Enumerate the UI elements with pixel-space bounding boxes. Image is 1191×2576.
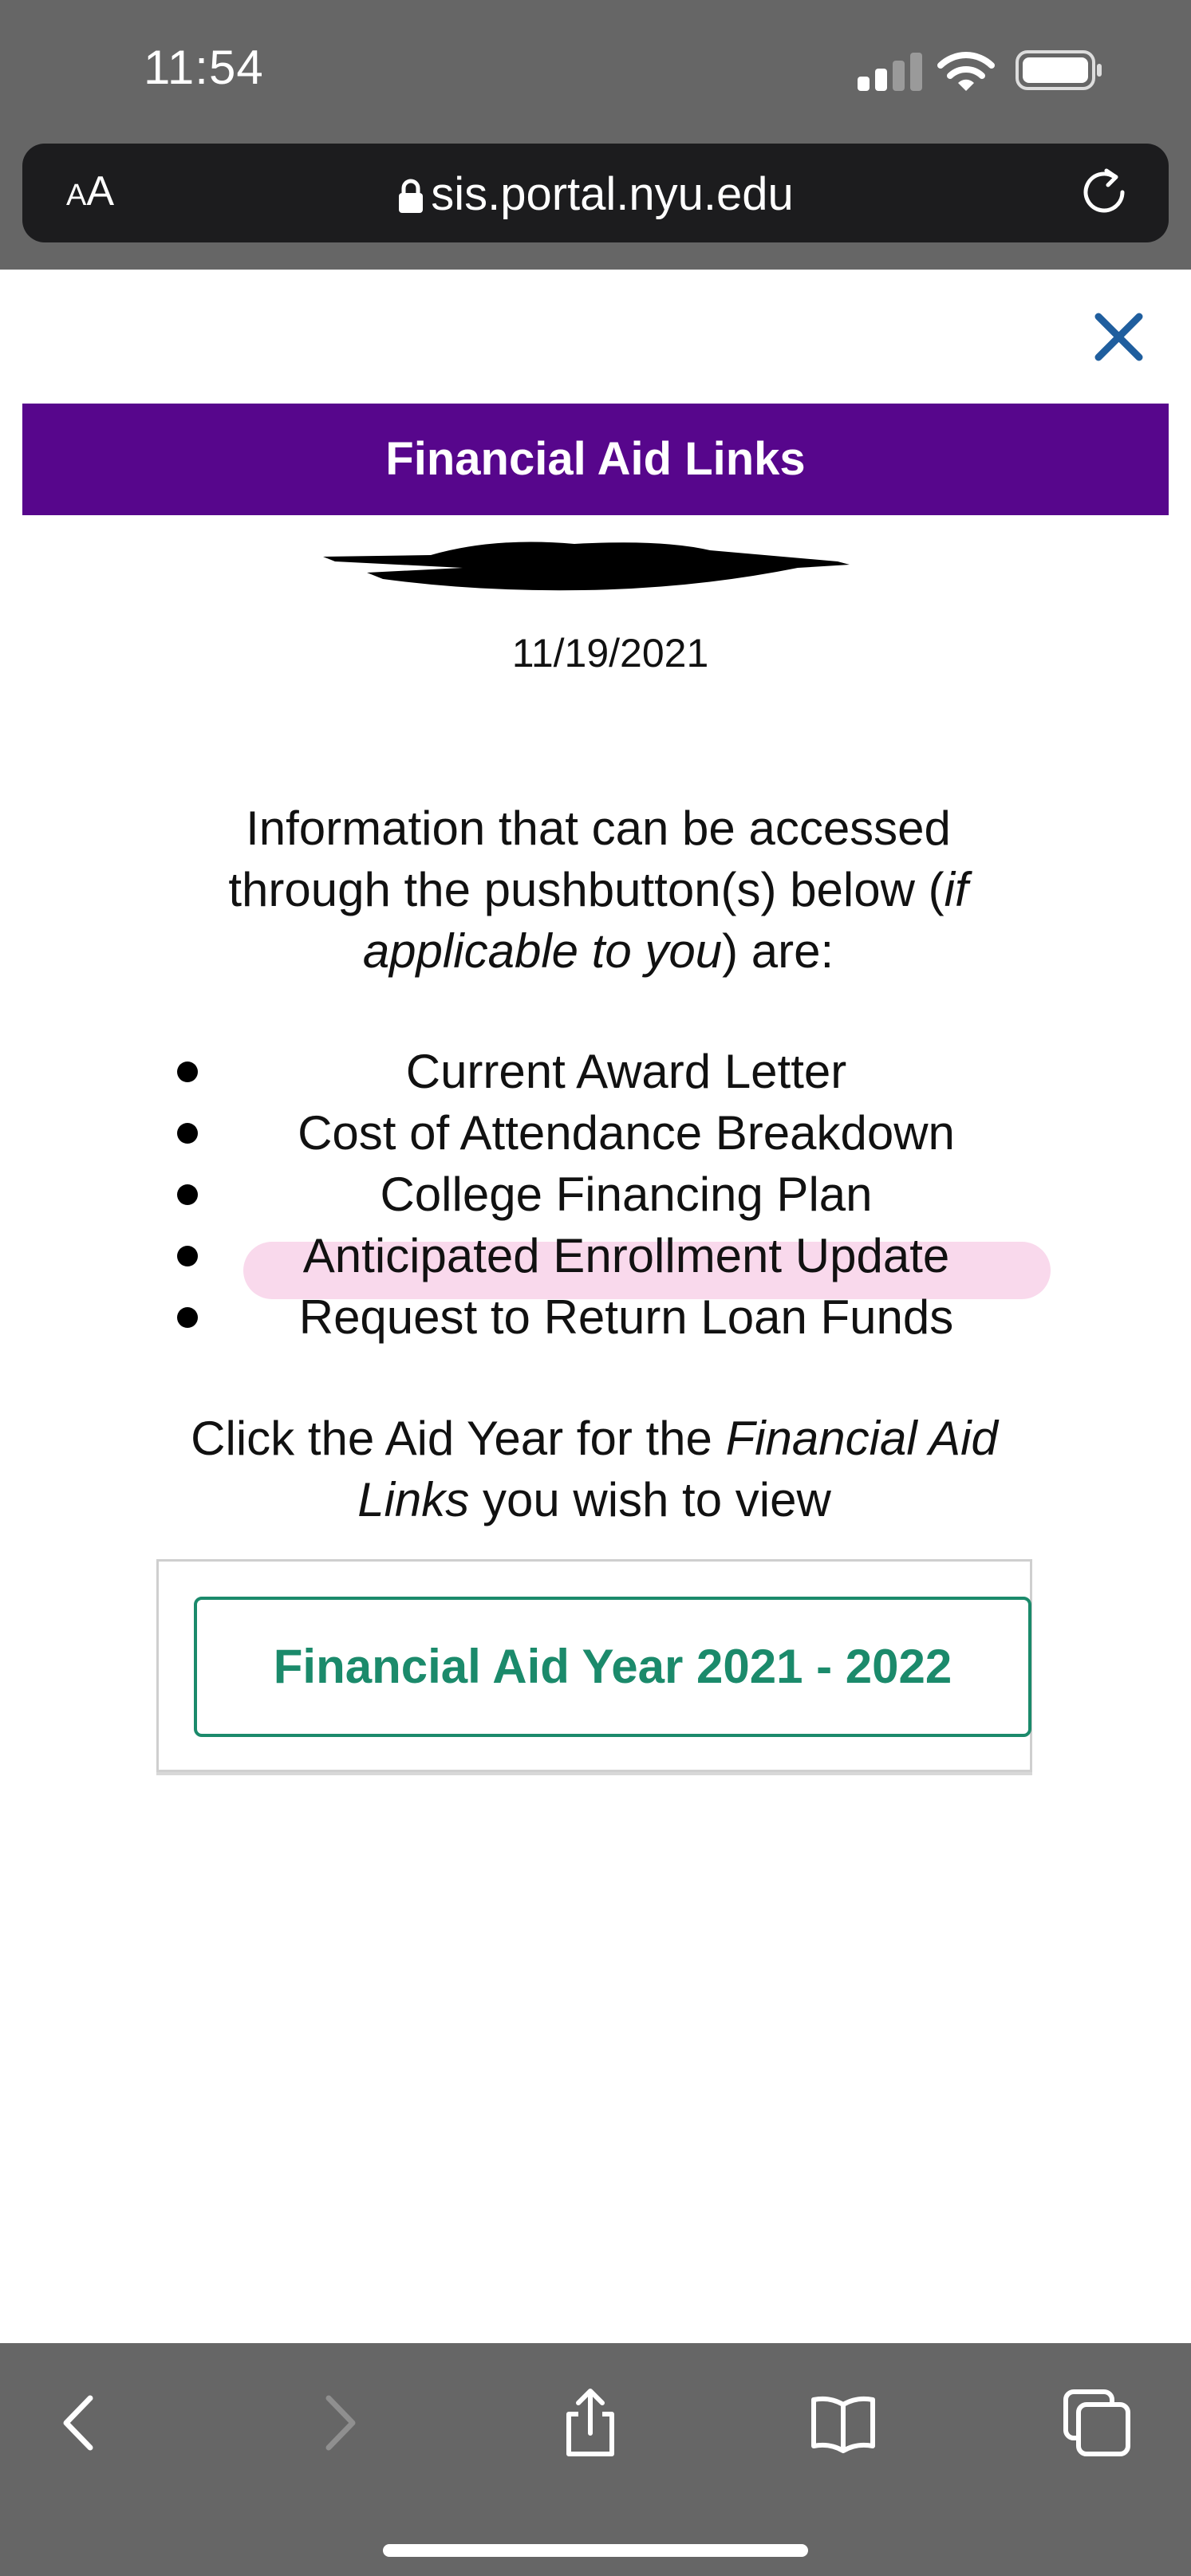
list-item: Cost of Attendance Breakdown: [0, 1102, 1191, 1164]
url-text: sis.portal.nyu.edu: [431, 168, 794, 220]
close-icon[interactable]: [1089, 307, 1149, 367]
top-chrome: 11:54 AA sis.portal.nyu.edu: [0, 0, 1191, 270]
lock-icon: [399, 179, 424, 213]
aid-year-panel: Financial Aid Year 2021 - 2022: [156, 1559, 1032, 1772]
info-list: Current Award Letter Cost of Attendance …: [0, 1041, 1191, 1348]
page-title: Financial Aid Links: [22, 404, 1169, 515]
url-display[interactable]: sis.portal.nyu.edu: [22, 167, 1169, 221]
chevron-right-icon[interactable]: [303, 2387, 375, 2459]
status-time: 11:54: [144, 41, 264, 94]
battery-icon: [1016, 50, 1102, 90]
date: 11/19/2021: [511, 631, 709, 676]
redacted-name: [323, 542, 850, 591]
aid-year-button[interactable]: Financial Aid Year 2021 - 2022: [194, 1597, 1031, 1737]
share-icon[interactable]: [554, 2387, 626, 2459]
list-item: College Financing Plan: [0, 1164, 1191, 1225]
list-item: Current Award Letter: [0, 1041, 1191, 1102]
list-item: Request to Return Loan Funds: [0, 1286, 1191, 1348]
browser-toolbar: [0, 2343, 1191, 2576]
home-indicator: [383, 2544, 808, 2557]
intro-text: Information that can be accessed through…: [228, 802, 968, 978]
instruction-text: Click the Aid Year for the Financial Aid…: [191, 1412, 998, 1526]
cellular-signal-icon: [858, 53, 925, 91]
list-item: Anticipated Enrollment Update: [0, 1225, 1191, 1286]
chevron-left-icon[interactable]: [44, 2387, 116, 2459]
url-bar[interactable]: AA sis.portal.nyu.edu: [22, 144, 1169, 242]
reload-icon[interactable]: [1079, 167, 1129, 217]
wifi-icon: [937, 52, 995, 91]
tabs-icon[interactable]: [1061, 2387, 1133, 2459]
book-icon[interactable]: [807, 2387, 879, 2459]
